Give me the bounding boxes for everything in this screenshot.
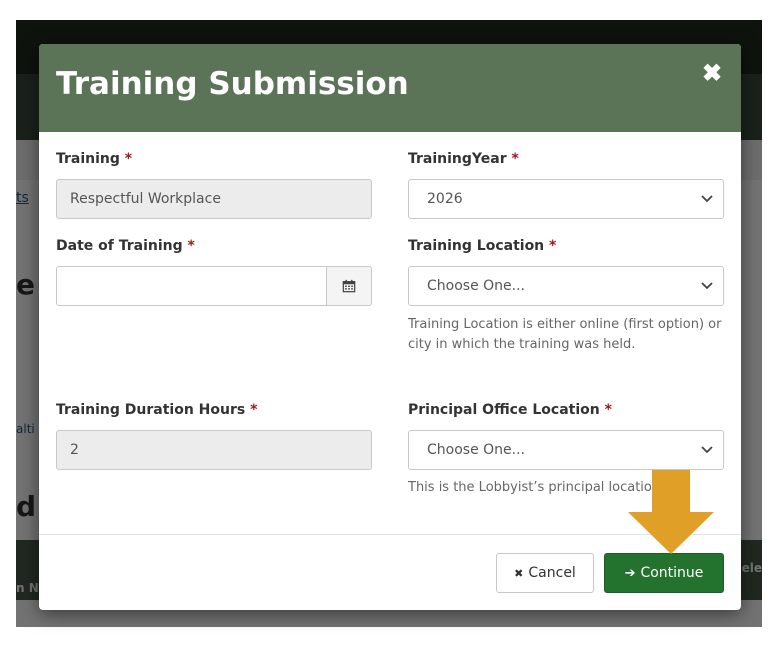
training-input[interactable] (56, 179, 372, 219)
training-location-select[interactable]: Choose One... (408, 266, 724, 306)
principal-office-location-select[interactable]: Choose One... (408, 430, 724, 470)
chevron-down-icon (701, 195, 713, 203)
training-duration-label: Training Duration Hours * (56, 402, 258, 418)
required-marker: * (511, 151, 519, 167)
training-year-value: 2026 (427, 191, 463, 207)
training-location-help: Training Location is either online (firs… (408, 317, 722, 352)
arrow-right-icon: ➔ (624, 565, 636, 581)
cancel-button[interactable]: ✖ Cancel (496, 553, 594, 593)
date-of-training-input[interactable] (56, 266, 327, 306)
training-location-value: Choose One... (427, 278, 525, 294)
training-label: Training * (56, 151, 133, 167)
continue-button[interactable]: ➔ Continue (604, 553, 724, 593)
chevron-down-icon (701, 446, 713, 454)
principal-office-location-label: Principal Office Location * (408, 402, 612, 418)
principal-office-location-value: Choose One... (427, 442, 525, 458)
calendar-icon (342, 279, 356, 293)
training-year-label: TrainingYear * (408, 151, 519, 167)
date-picker-button[interactable] (326, 266, 372, 306)
down-arrow-annotation-icon (628, 470, 714, 554)
training-duration-input[interactable] (56, 430, 372, 470)
close-icon: ✖ (514, 566, 524, 580)
continue-button-label: Continue (640, 565, 704, 581)
training-location-label: Training Location * (408, 238, 557, 254)
modal-title: Training Submission (56, 66, 409, 102)
training-year-select[interactable]: 2026 (408, 179, 724, 219)
close-icon[interactable]: ✖ (700, 62, 724, 86)
date-of-training-label: Date of Training * (56, 238, 195, 254)
required-marker: * (250, 402, 258, 418)
required-marker: * (187, 238, 195, 254)
modal-header: Training Submission ✖ (39, 44, 741, 132)
required-marker: * (124, 151, 133, 167)
cancel-button-label: Cancel (528, 565, 576, 581)
chevron-down-icon (701, 282, 713, 290)
required-marker: * (604, 402, 612, 418)
required-marker: * (549, 238, 557, 254)
